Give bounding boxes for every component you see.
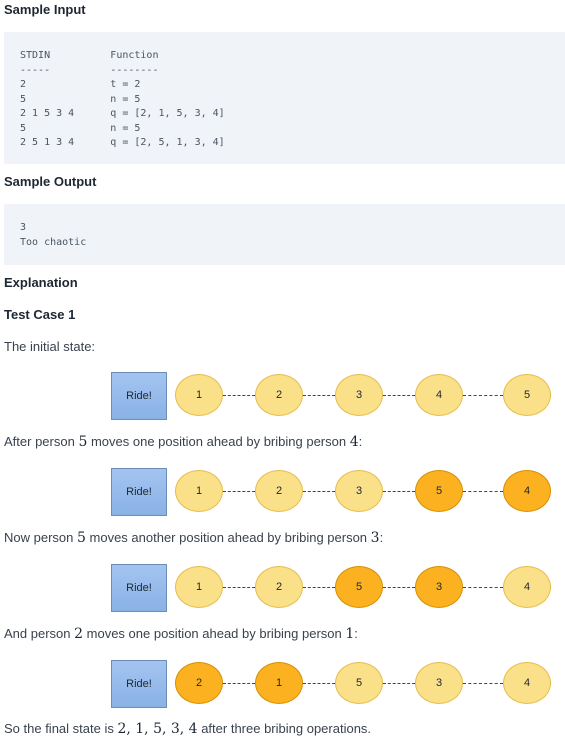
final-caption-text: after three bribing operations.	[197, 721, 372, 736]
queue-connector	[223, 587, 255, 588]
step-caption-text: moves another position ahead by bribing …	[85, 530, 371, 545]
queue-connector	[383, 683, 415, 684]
sample-output-code: 3 Too chaotic	[20, 222, 87, 248]
person-number: 4	[349, 434, 359, 450]
sample-output-heading: Sample Output	[4, 174, 97, 189]
queue-connector	[463, 683, 503, 684]
person-2-circle: 2	[255, 374, 303, 416]
step-caption-text: And person	[4, 626, 75, 641]
ride-box: Ride!	[111, 468, 167, 516]
step-2-caption: After person 5 moves one position ahead …	[4, 434, 362, 450]
step-1-caption: The initial state:	[4, 339, 95, 354]
person-number: 2	[74, 626, 84, 642]
queue-connector	[223, 683, 255, 684]
queue-connector	[303, 491, 335, 492]
test-case-heading: Test Case 1	[4, 307, 76, 322]
queue-diagram-step-4: Ride! 21534	[111, 660, 556, 710]
person-1-circle: 1	[255, 662, 303, 704]
person-number: 5	[76, 530, 86, 546]
step-3-caption: Now person 5 moves another position ahea…	[4, 530, 383, 546]
person-5-circle: 5	[335, 662, 383, 704]
person-number: 1	[345, 626, 355, 642]
queue-connector	[303, 587, 335, 588]
queue-connector	[463, 491, 503, 492]
final-state-caption: So the final state is 2, 1, 5, 3, 4 afte…	[4, 721, 371, 737]
queue-connector	[383, 395, 415, 396]
person-3-circle: 3	[335, 374, 383, 416]
ride-box: Ride!	[111, 660, 167, 708]
explanation-heading: Explanation	[4, 275, 78, 290]
person-1-circle: 1	[175, 470, 223, 512]
person-5-circle: 5	[415, 470, 463, 512]
queue-connector	[303, 395, 335, 396]
sample-input-code-block: STDIN Function ----- -------- 2 t = 2 5 …	[4, 32, 565, 164]
step-caption-text: The initial state:	[4, 339, 96, 354]
ride-box: Ride!	[111, 372, 167, 420]
person-2-circle: 2	[255, 470, 303, 512]
queue-connector	[223, 491, 255, 492]
person-number: 3	[370, 530, 380, 546]
queue-diagram-step-3: Ride! 12534	[111, 564, 556, 614]
step-caption-text: :	[358, 434, 363, 449]
person-5-circle: 5	[503, 374, 551, 416]
person-5-circle: 5	[335, 566, 383, 608]
person-2-circle: 2	[255, 566, 303, 608]
queue-connector	[383, 491, 415, 492]
person-1-circle: 1	[175, 566, 223, 608]
person-3-circle: 3	[335, 470, 383, 512]
step-caption-text: moves one position ahead by bribing pers…	[83, 626, 346, 641]
step-caption-text: Now person	[4, 530, 77, 545]
queue-connector	[303, 683, 335, 684]
queue-diagram-step-2: Ride! 12354	[111, 468, 556, 518]
step-4-caption: And person 2 moves one position ahead by…	[4, 626, 358, 642]
step-caption-text: :	[379, 530, 384, 545]
final-state-sequence: 2, 1, 5, 3, 4	[117, 721, 198, 737]
step-caption-text: After person	[4, 434, 79, 449]
person-4-circle: 4	[415, 374, 463, 416]
person-3-circle: 3	[415, 566, 463, 608]
person-4-circle: 4	[503, 470, 551, 512]
sample-input-heading: Sample Input	[4, 2, 86, 17]
queue-connector	[223, 395, 255, 396]
final-caption-text: So the final state is	[4, 721, 118, 736]
person-2-circle: 2	[175, 662, 223, 704]
person-4-circle: 4	[503, 662, 551, 704]
sample-input-code: STDIN Function ----- -------- 2 t = 2 5 …	[20, 50, 225, 148]
queue-connector	[463, 395, 503, 396]
queue-diagram-step-1: Ride! 12345	[111, 372, 556, 422]
person-3-circle: 3	[415, 662, 463, 704]
ride-box: Ride!	[111, 564, 167, 612]
queue-connector	[463, 587, 503, 588]
sample-output-code-block: 3 Too chaotic	[4, 204, 565, 265]
queue-connector	[383, 587, 415, 588]
person-4-circle: 4	[503, 566, 551, 608]
step-caption-text: :	[354, 626, 358, 641]
person-1-circle: 1	[175, 374, 223, 416]
step-caption-text: moves one position ahead by bribing pers…	[87, 434, 350, 449]
